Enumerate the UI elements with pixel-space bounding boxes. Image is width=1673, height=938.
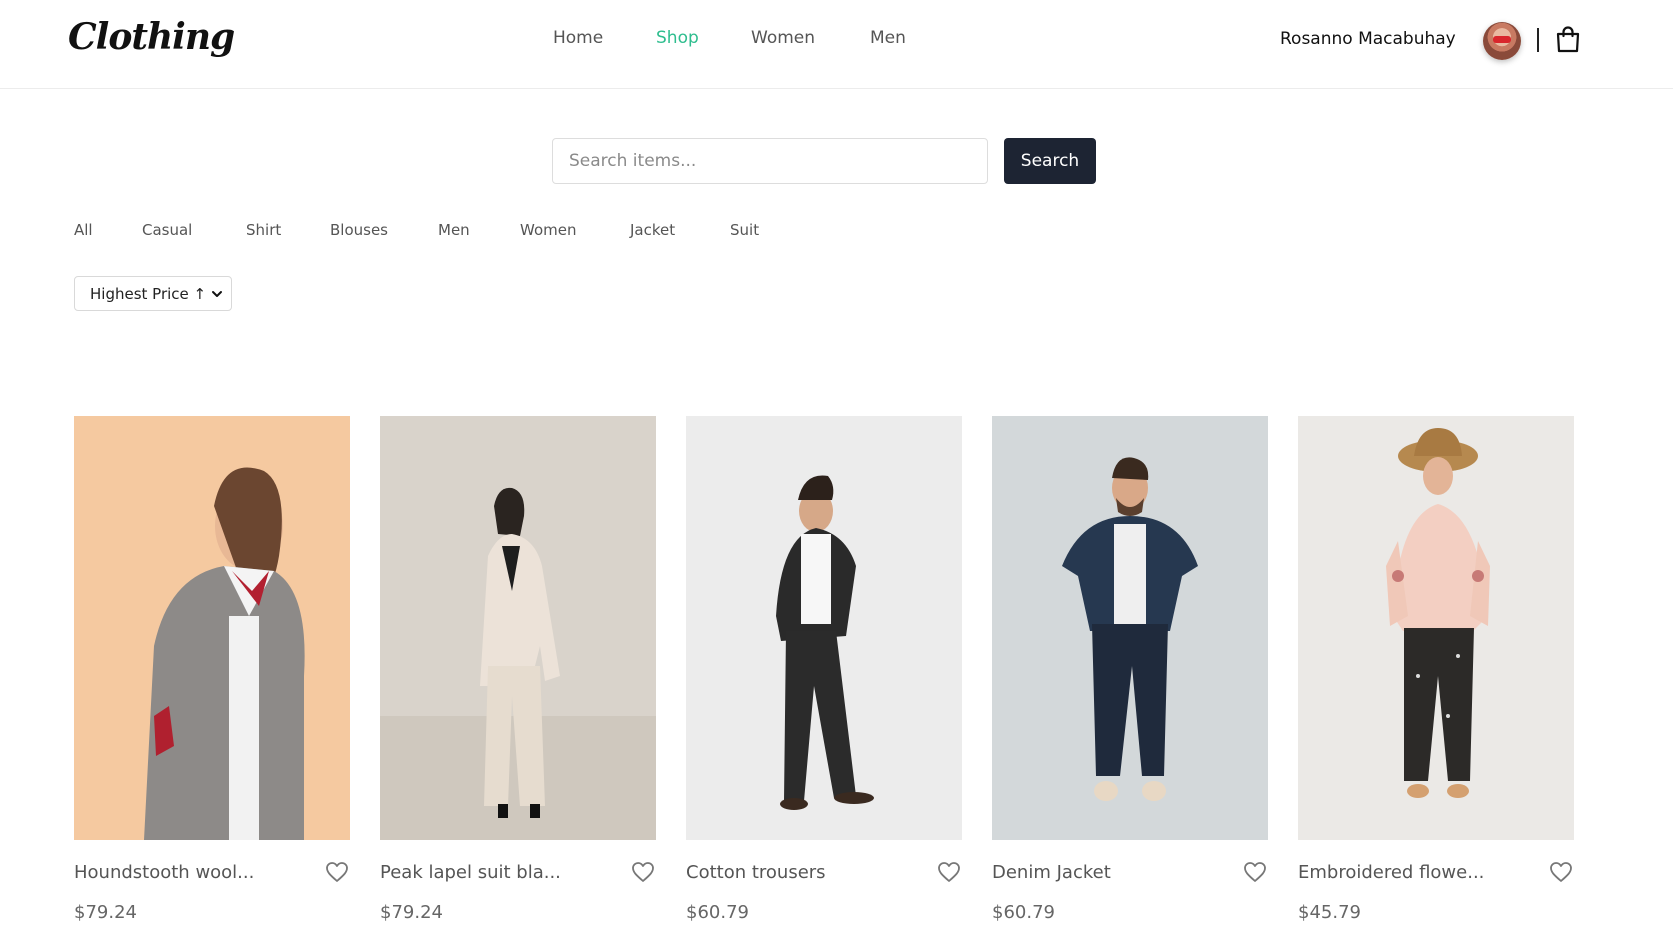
product-image[interactable] <box>380 416 656 840</box>
product-image[interactable] <box>1298 416 1574 840</box>
product-title[interactable]: Embroidered flowe... <box>1298 862 1484 883</box>
product-price: $79.24 <box>74 902 137 923</box>
filter-all[interactable]: All <box>74 221 93 239</box>
filter-blouses[interactable]: Blouses <box>330 221 388 239</box>
search-input[interactable] <box>552 138 988 184</box>
nav-link-home[interactable]: Home <box>553 28 603 48</box>
search-button[interactable]: Search <box>1004 138 1096 184</box>
heart-icon[interactable] <box>631 861 655 883</box>
product-price: $60.79 <box>686 902 749 923</box>
heart-icon[interactable] <box>325 861 349 883</box>
product-price: $45.79 <box>1298 902 1361 923</box>
header-divider <box>1537 28 1539 52</box>
heart-icon[interactable] <box>1243 861 1267 883</box>
product-image[interactable] <box>686 416 962 840</box>
product-card[interactable]: Cotton trousers $60.79 <box>686 416 962 923</box>
product-card[interactable]: Denim Jacket $60.79 <box>992 416 1268 923</box>
sort-select[interactable]: Highest Price ↑ <box>74 276 232 311</box>
user-avatar[interactable] <box>1483 22 1521 60</box>
product-image[interactable] <box>74 416 350 840</box>
filter-shirt[interactable]: Shirt <box>246 221 281 239</box>
search-bar: Search <box>0 138 1673 186</box>
nav-link-women[interactable]: Women <box>751 28 815 48</box>
product-card[interactable]: Houndstooth wool... $79.24 <box>74 416 350 923</box>
chevron-down-icon <box>212 291 222 297</box>
sort-selected-label: Highest Price ↑ <box>90 285 207 303</box>
filter-jacket[interactable]: Jacket <box>630 221 675 239</box>
filter-suit[interactable]: Suit <box>730 221 759 239</box>
category-filters: All Casual Shirt Blouses Men Women Jacke… <box>0 221 1673 245</box>
nav-link-men[interactable]: Men <box>870 28 906 48</box>
user-name[interactable]: Rosanno Macabuhay <box>1280 29 1456 49</box>
product-card[interactable]: Embroidered flowe... $45.79 <box>1298 416 1574 923</box>
heart-icon[interactable] <box>1549 861 1573 883</box>
product-title[interactable]: Houndstooth wool... <box>74 862 254 883</box>
product-image[interactable] <box>992 416 1268 840</box>
product-title[interactable]: Denim Jacket <box>992 862 1111 883</box>
filter-casual[interactable]: Casual <box>142 221 192 239</box>
nav-link-shop[interactable]: Shop <box>656 28 699 48</box>
heart-icon[interactable] <box>937 861 961 883</box>
product-title[interactable]: Cotton trousers <box>686 862 826 883</box>
site-header: Clothing Home Shop Women Men Rosanno Mac… <box>0 0 1673 89</box>
product-card[interactable]: Peak lapel suit bla... $79.24 <box>380 416 656 923</box>
filter-women[interactable]: Women <box>520 221 576 239</box>
product-grid: Houndstooth wool... $79.24 Peak lapel su… <box>0 416 1673 938</box>
product-price: $79.24 <box>380 902 443 923</box>
product-price: $60.79 <box>992 902 1055 923</box>
filter-men[interactable]: Men <box>438 221 470 239</box>
product-title[interactable]: Peak lapel suit bla... <box>380 862 561 883</box>
shopping-bag-icon[interactable] <box>1555 25 1581 53</box>
